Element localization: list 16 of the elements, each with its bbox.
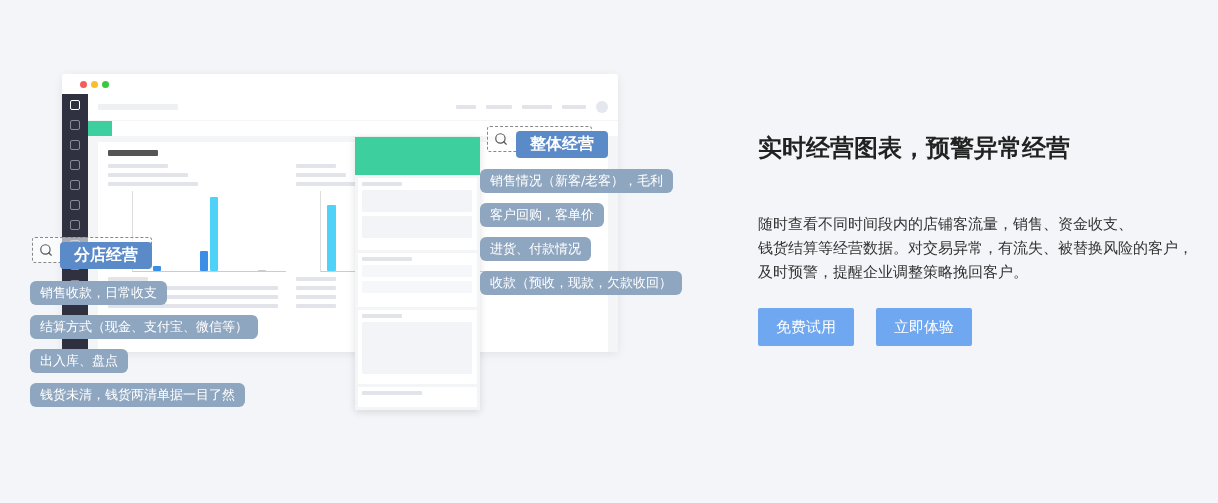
- search-icon: [494, 132, 508, 146]
- feature-pill: 客户回购，客单价: [480, 203, 604, 227]
- feature-pill: 钱货未清，钱货两清单据一目了然: [30, 383, 245, 407]
- overall-badge: 整体经营: [516, 131, 608, 158]
- description: 随时查看不同时间段内的店铺客流量，销售、资金收支、 钱货结算等经营数据。对交易异常，有流失、被替换风险的客户， 及时预警，提醒企业调整策略挽回客户。: [758, 214, 1194, 283]
- headline: 实时经营图表，预警异常经营: [758, 133, 1071, 164]
- feature-pill: 收款（预收，现款，欠款收回）: [480, 271, 682, 295]
- feature-pill: 结算方式（现金、支付宝、微信等）: [30, 315, 258, 339]
- feature-pill: 销售收款，日常收支: [30, 281, 167, 305]
- feature-pill: 进货、付款情况: [480, 237, 591, 261]
- search-icon: [39, 243, 53, 257]
- cta-button[interactable]: 免费试用: [758, 308, 854, 346]
- branch-badge: 分店经营: [60, 242, 152, 269]
- cta-button[interactable]: 立即体验: [876, 308, 972, 346]
- feature-pill: 销售情况（新客/老客），毛利: [480, 169, 674, 193]
- feature-pill: 出入库、盘点: [30, 349, 128, 373]
